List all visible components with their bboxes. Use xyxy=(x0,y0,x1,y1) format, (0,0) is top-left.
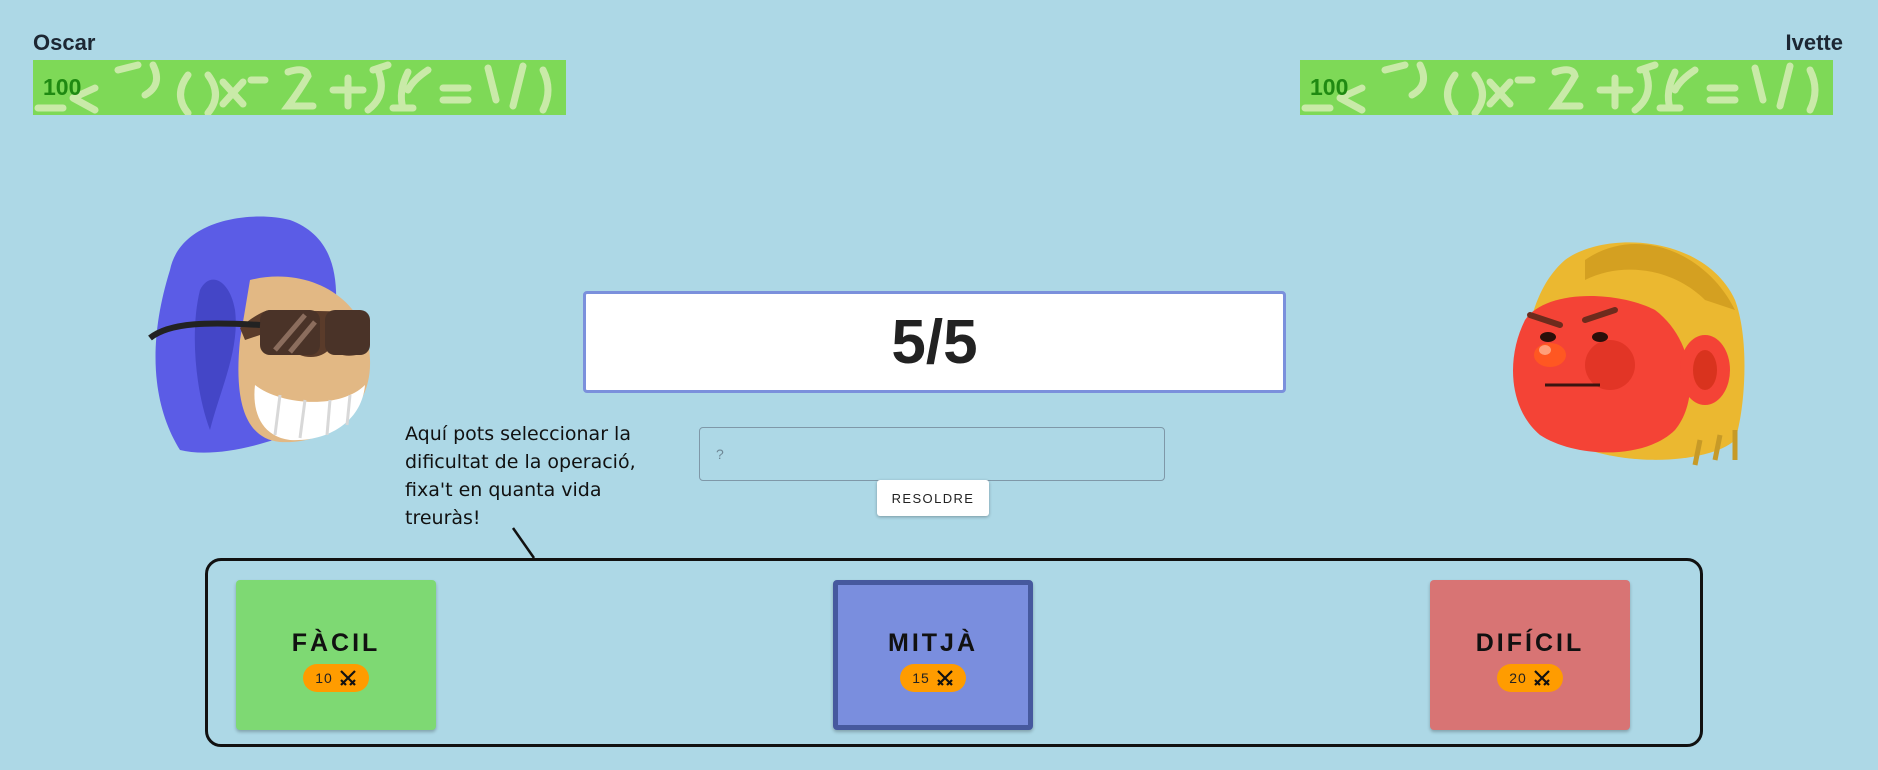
sunglasses-purple-hair-avatar xyxy=(148,216,371,453)
difficulty-label: MITJÀ xyxy=(888,628,978,657)
player-right-name: Ivette xyxy=(1785,30,1843,55)
crossed-swords-icon xyxy=(340,669,356,686)
crossed-swords-icon xyxy=(937,669,953,686)
player-right-health-bar: 100 xyxy=(1300,60,1833,115)
player-left-name: Oscar xyxy=(33,30,96,55)
operation-display: 5/5 xyxy=(583,291,1286,393)
damage-badge: 10 xyxy=(303,663,369,692)
damage-badge: 15 xyxy=(900,663,966,692)
damage-value: 15 xyxy=(912,669,930,686)
math-symbols-pattern xyxy=(1301,61,1819,115)
difficulty-label: DIFÍCIL xyxy=(1475,628,1585,657)
speech-bubble-tail xyxy=(511,527,536,559)
solve-button[interactable]: RESOLDRE xyxy=(877,480,989,516)
difficulty-label: FÀCIL xyxy=(291,628,381,657)
tutorial-speech-bubble: Aquí pots seleccionar la dificultat de l… xyxy=(405,423,636,529)
damage-badge: 20 xyxy=(1497,663,1563,692)
damage-value: 20 xyxy=(1509,669,1527,686)
player-left-health-bar: 100 xyxy=(33,60,566,115)
damage-value: 10 xyxy=(315,669,333,686)
player-right-health-value: 100 xyxy=(1310,74,1349,100)
player-left-health-value: 100 xyxy=(43,74,82,100)
math-symbols-pattern xyxy=(34,61,552,115)
angry-red-face-avatar xyxy=(1513,242,1745,466)
operation-text: 5/5 xyxy=(891,307,978,377)
crossed-swords-icon xyxy=(1534,669,1550,686)
difficulty-hard-button[interactable]: DIFÍCIL 20 xyxy=(1430,580,1630,730)
answer-input[interactable] xyxy=(699,427,1165,481)
difficulty-easy-button[interactable]: FÀCIL 10 xyxy=(236,580,436,730)
difficulty-medium-button[interactable]: MITJÀ 15 xyxy=(833,580,1033,730)
